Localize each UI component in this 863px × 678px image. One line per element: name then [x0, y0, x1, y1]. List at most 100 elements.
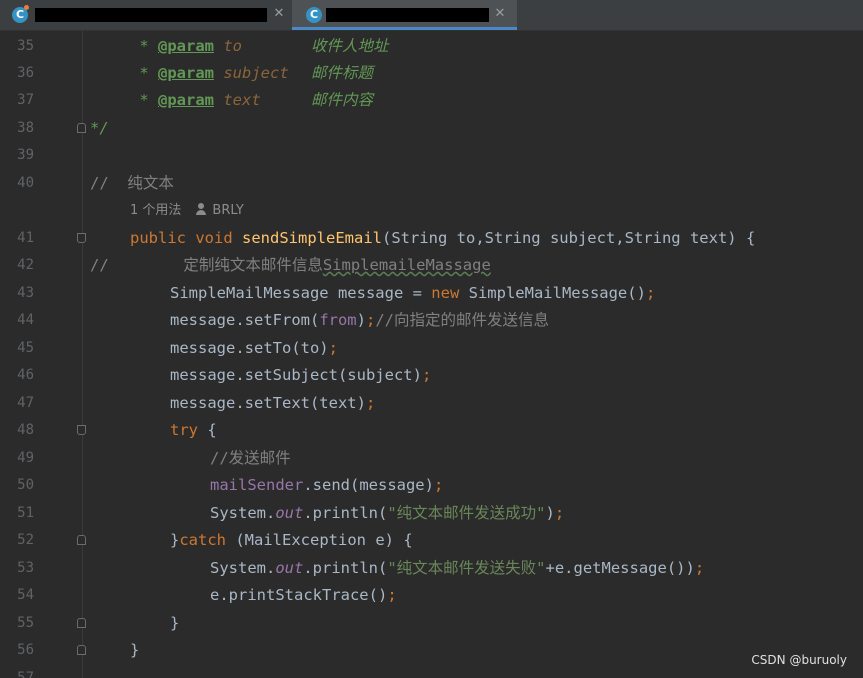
code-text: } [170, 614, 180, 632]
code-line[interactable]: 56 } [0, 637, 863, 664]
code-text: } [130, 641, 140, 659]
editor-tab-1[interactable]: C ✕ [0, 0, 291, 30]
code-line[interactable]: 49 //发送邮件 [0, 445, 863, 472]
usage-inlay-hint[interactable]: 1 个用法 BRLY [0, 197, 863, 224]
string-literal: "纯文本邮件发送成功" [387, 504, 546, 522]
code-line[interactable]: 43 SimpleMailMessage message = new Simpl… [0, 280, 863, 307]
semicolon: ; [328, 339, 338, 357]
semicolon: ; [421, 366, 432, 384]
code-line[interactable]: 48 try { [0, 417, 863, 444]
semicolon: ; [365, 311, 376, 329]
code-text: .println( [303, 504, 388, 522]
method-params: (String to,String subject,String text) { [382, 229, 756, 247]
code-line[interactable]: 50 mailSender.send(message); [0, 472, 863, 499]
usage-author[interactable]: BRLY [212, 203, 243, 218]
editor-tab-2-active[interactable]: C ✕ [292, 0, 517, 30]
doc-star: * [130, 64, 158, 82]
usage-count[interactable]: 1 个用法 [130, 203, 181, 218]
line-number: 43 [17, 285, 34, 301]
line-number: 56 [17, 642, 34, 658]
code-line[interactable]: 39 [0, 142, 863, 169]
semicolon: ; [694, 559, 705, 577]
close-icon[interactable]: ✕ [271, 6, 287, 22]
code-editor[interactable]: 35 * @param to 收件人地址 36 * @param subject… [0, 31, 863, 678]
field-ref: mailSender [210, 476, 304, 494]
code-line[interactable]: 47 message.setText(text); [0, 390, 863, 417]
line-comment: // 纯文本 [90, 174, 174, 192]
modified-dot-icon [24, 5, 29, 10]
code-line[interactable]: 38 */ [0, 115, 863, 142]
code-line[interactable]: 40 // 纯文本 [0, 170, 863, 197]
editor-tab-bar: C ✕ C ✕ [0, 0, 863, 31]
line-number: 42 [17, 257, 34, 273]
line-number: 47 [17, 395, 34, 411]
code-text: } [170, 531, 180, 549]
typo-word: SimplemaileMassage [322, 256, 491, 274]
line-number: 35 [17, 38, 34, 54]
code-text: ) [545, 504, 555, 522]
code-line[interactable]: 53 System.out.println("纯文本邮件发送失败"+e.getM… [0, 555, 863, 582]
keyword: try [170, 421, 198, 439]
code-line[interactable]: 36 * @param subject 邮件标题 [0, 60, 863, 87]
code-line[interactable]: 57 [0, 665, 863, 678]
line-number: 54 [17, 587, 34, 603]
semicolon: ; [387, 586, 397, 604]
code-line[interactable]: 35 * @param to 收件人地址 [0, 33, 863, 60]
java-class-icon: C [306, 7, 322, 23]
fold-start-icon[interactable] [77, 233, 86, 243]
code-line[interactable]: 37 * @param text 邮件内容 [0, 87, 863, 114]
fold-end-icon[interactable] [77, 535, 86, 545]
line-number: 48 [17, 422, 34, 438]
semicolon: ; [554, 504, 565, 522]
line-number: 55 [17, 615, 34, 631]
field-ref: from [319, 311, 357, 329]
keyword: new [431, 284, 460, 302]
close-icon[interactable]: ✕ [492, 6, 508, 22]
line-comment: // 定制纯文本邮件信息 [90, 256, 323, 274]
redacted-tab-name [35, 8, 267, 22]
semicolon: ; [645, 284, 656, 302]
string-literal: "纯文本邮件发送失败" [387, 559, 546, 577]
line-number: 37 [17, 92, 34, 108]
fold-start-icon[interactable] [77, 425, 86, 435]
user-icon [195, 203, 207, 215]
code-line[interactable]: 41 public void sendSimpleEmail(String to… [0, 225, 863, 252]
line-number: 36 [17, 65, 34, 81]
code-text: e.printStackTrace() [210, 586, 388, 604]
code-line[interactable]: 55 } [0, 610, 863, 637]
watermark: CSDN @buruoly [751, 653, 847, 667]
code-text: message.setFrom( [170, 311, 320, 329]
doc-param-desc: 邮件内容 [311, 91, 374, 109]
code-line[interactable]: 45 message.setTo(to); [0, 335, 863, 362]
code-line[interactable]: 51 System.out.println("纯文本邮件发送成功"); [0, 500, 863, 527]
code-text: SimpleMailMessage message = [170, 284, 432, 302]
keyword: public [130, 229, 186, 247]
code-text: message.setSubject(subject) [170, 366, 422, 384]
fold-end-icon[interactable] [77, 618, 86, 628]
code-line[interactable]: 46 message.setSubject(subject); [0, 362, 863, 389]
doc-param-tag: @param [158, 64, 214, 82]
doc-param-tag: @param [158, 91, 214, 109]
fold-end-icon[interactable] [77, 123, 86, 133]
line-number: 40 [17, 175, 34, 191]
code-line[interactable]: 44 message.setFrom(from);//向指定的邮件发送信息 [0, 307, 863, 334]
code-line[interactable]: 42 // 定制纯文本邮件信息SimplemaileMassage [0, 252, 863, 279]
static-field: out [275, 504, 304, 522]
static-field: out [275, 559, 304, 577]
doc-param-desc: 收件人地址 [311, 37, 389, 55]
code-text: message.setText(text) [170, 394, 366, 412]
code-text: .send(message) [303, 476, 434, 494]
line-number: 49 [17, 450, 34, 466]
doc-param-tag: @param [158, 37, 214, 55]
code-text: { [198, 421, 217, 439]
line-comment: //发送邮件 [210, 449, 291, 467]
doc-param-desc: 邮件标题 [311, 64, 374, 82]
line-number: 57 [17, 670, 34, 678]
fold-end-icon[interactable] [77, 645, 86, 655]
code-line[interactable]: 54 e.printStackTrace(); [0, 582, 863, 609]
code-line[interactable]: 52 }catch (MailException e) { [0, 527, 863, 554]
code-text: System. [210, 559, 276, 577]
code-text: message.setTo(to) [170, 339, 329, 357]
line-number: 39 [17, 147, 34, 163]
code-text: ) [356, 311, 366, 329]
